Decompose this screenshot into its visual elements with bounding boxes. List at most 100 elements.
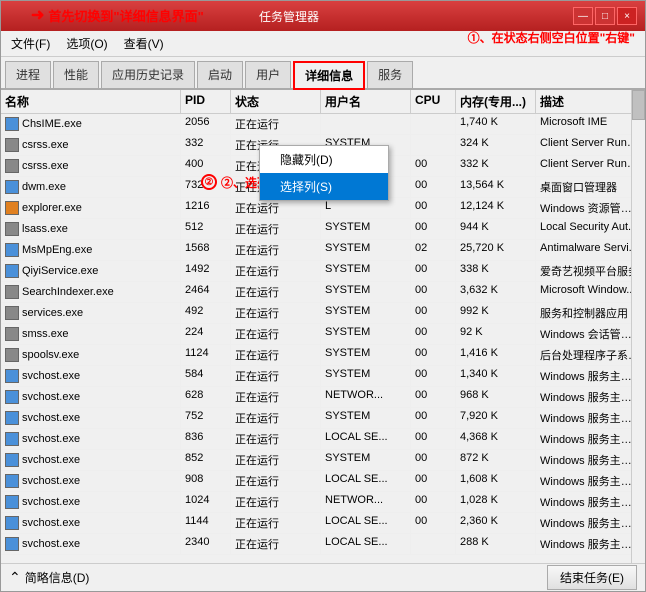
cell-cpu: 02 xyxy=(411,240,456,260)
cell-name: svchost.exe xyxy=(1,450,181,470)
cell-pid: 1144 xyxy=(181,513,231,533)
menu-file[interactable]: 文件(F) xyxy=(5,33,56,54)
tab-process[interactable]: 进程 xyxy=(5,61,51,88)
tab-startup[interactable]: 启动 xyxy=(197,61,243,88)
cell-cpu xyxy=(411,534,456,554)
table-row[interactable]: svchost.exe 908 正在运行 LOCAL SE... 00 1,60… xyxy=(1,471,645,492)
col-cpu[interactable]: CPU xyxy=(411,90,456,113)
cell-pid: 852 xyxy=(181,450,231,470)
table-header: 名称 PID 状态 用户名 CPU 内存(专用...) 描述 xyxy=(1,90,645,114)
col-status[interactable]: 状态 xyxy=(231,90,321,113)
table-row[interactable]: svchost.exe 852 正在运行 SYSTEM 00 872 K Win… xyxy=(1,450,645,471)
cell-memory: 992 K xyxy=(456,303,536,323)
process-name: explorer.exe xyxy=(22,202,82,214)
simple-info[interactable]: 简略信息(D) xyxy=(25,569,90,586)
cell-name: smss.exe xyxy=(1,324,181,344)
cell-memory: 12,124 K xyxy=(456,198,536,218)
tab-performance[interactable]: 性能 xyxy=(53,61,99,88)
menu-view[interactable]: 查看(V) xyxy=(118,33,170,54)
process-name: smss.exe xyxy=(22,328,68,340)
context-menu-select-columns[interactable]: 选择列(S) xyxy=(260,173,388,200)
cell-desc: 爱奇艺视频平台服务 xyxy=(536,261,645,281)
cell-name: svchost.exe xyxy=(1,534,181,554)
table-row[interactable]: svchost.exe 752 正在运行 SYSTEM 00 7,920 K W… xyxy=(1,408,645,429)
process-icon xyxy=(5,474,19,488)
cell-name: explorer.exe xyxy=(1,198,181,218)
close-button[interactable]: × xyxy=(617,7,637,25)
col-pid[interactable]: PID xyxy=(181,90,231,113)
table-row[interactable]: svchost.exe 1024 正在运行 NETWOR... 00 1,028… xyxy=(1,492,645,513)
process-icon xyxy=(5,264,19,278)
minimize-button[interactable]: — xyxy=(573,7,593,25)
table-row[interactable]: svchost.exe 2340 正在运行 LOCAL SE... 288 K … xyxy=(1,534,645,555)
cell-memory: 288 K xyxy=(456,534,536,554)
cell-name: ChsIME.exe xyxy=(1,114,181,134)
cell-cpu: 00 xyxy=(411,408,456,428)
cell-status: 正在运行 xyxy=(231,240,321,260)
table-row[interactable]: SearchIndexer.exe 2464 正在运行 SYSTEM 00 3,… xyxy=(1,282,645,303)
table-row[interactable]: ChsIME.exe 2056 正在运行 1,740 K Microsoft I… xyxy=(1,114,645,135)
scrollbar[interactable] xyxy=(631,90,645,563)
cell-name: lsass.exe xyxy=(1,219,181,239)
cell-name: services.exe xyxy=(1,303,181,323)
col-name[interactable]: 名称 xyxy=(1,90,181,113)
process-icon xyxy=(5,117,19,131)
table-row[interactable]: svchost.exe 628 正在运行 NETWOR... 00 968 K … xyxy=(1,387,645,408)
cell-status: 正在运行 xyxy=(231,513,321,533)
cell-desc: Windows 服务主进程 xyxy=(536,492,645,512)
cell-name: QiyiService.exe xyxy=(1,261,181,281)
cell-name: csrss.exe xyxy=(1,135,181,155)
cell-desc: Windows 服务主进程 xyxy=(536,408,645,428)
cell-memory: 968 K xyxy=(456,387,536,407)
table-row[interactable]: svchost.exe 1144 正在运行 LOCAL SE... 00 2,3… xyxy=(1,513,645,534)
cell-name: svchost.exe xyxy=(1,492,181,512)
table-row[interactable]: MsMpEng.exe 1568 正在运行 SYSTEM 02 25,720 K… xyxy=(1,240,645,261)
process-icon xyxy=(5,369,19,383)
cell-desc: Windows 服务主进程 xyxy=(536,513,645,533)
table-row[interactable]: lsass.exe 512 正在运行 SYSTEM 00 944 K Local… xyxy=(1,219,645,240)
maximize-button[interactable]: □ xyxy=(595,7,615,25)
context-menu-hide-columns[interactable]: 隐藏列(D) xyxy=(260,146,388,173)
table-row[interactable]: explorer.exe 1216 正在运行 L 00 12,124 K Win… xyxy=(1,198,645,219)
menu-options[interactable]: 选项(O) xyxy=(60,33,113,54)
col-user[interactable]: 用户名 xyxy=(321,90,411,113)
cell-cpu: 00 xyxy=(411,450,456,470)
process-icon xyxy=(5,222,19,236)
expand-icon[interactable]: ⌃ xyxy=(9,569,21,586)
cell-pid: 584 xyxy=(181,366,231,386)
cell-user: LOCAL SE... xyxy=(321,534,411,554)
title-bar: ➜ 首先切换到"详细信息界面" 任务管理器 — □ × xyxy=(1,1,645,31)
tab-app-history[interactable]: 应用历史记录 xyxy=(101,61,195,88)
process-name: svchost.exe xyxy=(22,517,80,529)
cell-status: 正在运行 xyxy=(231,345,321,365)
cell-pid: 1124 xyxy=(181,345,231,365)
table-row[interactable]: smss.exe 224 正在运行 SYSTEM 00 92 K Windows… xyxy=(1,324,645,345)
cell-cpu: 00 xyxy=(411,156,456,176)
cell-memory: 1,740 K xyxy=(456,114,536,134)
menu-bar: 文件(F) 选项(O) 查看(V) xyxy=(1,31,645,57)
tab-users[interactable]: 用户 xyxy=(245,61,291,88)
table-row[interactable]: services.exe 492 正在运行 SYSTEM 00 992 K 服务… xyxy=(1,303,645,324)
scrollbar-thumb[interactable] xyxy=(632,90,645,120)
task-manager-window: ➜ 首先切换到"详细信息界面" 任务管理器 — □ × 文件(F) 选项(O) … xyxy=(0,0,646,592)
col-memory[interactable]: 内存(专用...) xyxy=(456,90,536,113)
cell-cpu xyxy=(411,114,456,134)
process-icon xyxy=(5,411,19,425)
process-icon xyxy=(5,138,19,152)
process-icon xyxy=(5,327,19,341)
table-row[interactable]: QiyiService.exe 1492 正在运行 SYSTEM 00 338 … xyxy=(1,261,645,282)
tab-services[interactable]: 服务 xyxy=(367,61,413,88)
end-task-button[interactable]: 结束任务(E) xyxy=(547,565,637,590)
cell-name: svchost.exe xyxy=(1,513,181,533)
cell-cpu: 00 xyxy=(411,177,456,197)
cell-desc: Windows 服务主进程 xyxy=(536,450,645,470)
tab-bar: 进程 性能 应用历史记录 启动 用户 详细信息 服务 ①、在状态右侧空白位置"右… xyxy=(1,57,645,90)
table-row[interactable]: spoolsv.exe 1124 正在运行 SYSTEM 00 1,416 K … xyxy=(1,345,645,366)
cell-user: LOCAL SE... xyxy=(321,471,411,491)
table-row[interactable]: svchost.exe 836 正在运行 LOCAL SE... 00 4,36… xyxy=(1,429,645,450)
process-name: svchost.exe xyxy=(22,433,80,445)
col-desc[interactable]: 描述 xyxy=(536,90,645,113)
tab-details[interactable]: 详细信息 xyxy=(293,61,365,90)
table-row[interactable]: svchost.exe 584 正在运行 SYSTEM 00 1,340 K W… xyxy=(1,366,645,387)
cell-pid: 732 xyxy=(181,177,231,197)
